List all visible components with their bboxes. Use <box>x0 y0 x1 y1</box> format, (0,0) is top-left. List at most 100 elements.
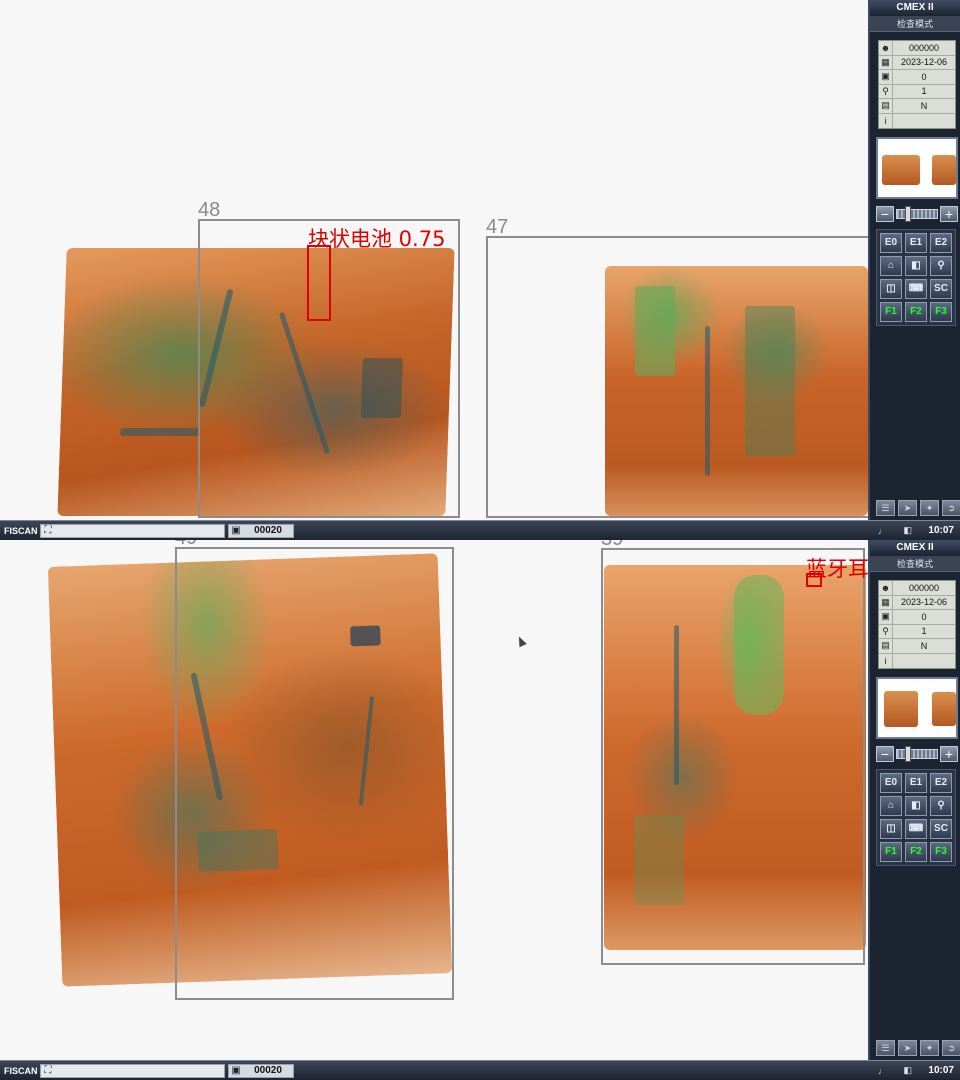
bottom-toolbar: ☰ ➤ ✦ ➲ <box>876 500 960 516</box>
keyboard-icon[interactable]: ⌨ <box>905 819 927 839</box>
bag-counter: ▣ 00020 <box>228 1063 294 1078</box>
bag-icon: ▤ <box>879 98 893 113</box>
key-e1[interactable]: E1 <box>905 773 927 793</box>
frame-number: 39 <box>601 540 623 551</box>
fullscreen-field[interactable]: ⛶ <box>40 523 225 538</box>
clock: 10:07 <box>928 1065 954 1076</box>
frame-number: 47 <box>486 216 509 238</box>
zoom-control: − + <box>876 745 958 763</box>
flag-value: N <box>920 640 928 651</box>
bag-icon: ▤ <box>879 638 893 653</box>
magnifier-icon: ⚲ <box>879 624 893 639</box>
bag-counter: ▣ 00020 <box>228 523 294 538</box>
key-f2[interactable]: F2 <box>905 302 927 322</box>
zoom-slider-handle[interactable] <box>905 206 911 222</box>
mode-label: 检查模式 <box>870 556 960 572</box>
mouse-cursor-icon <box>515 634 527 648</box>
fullscreen-icon[interactable]: ⛶ <box>41 525 55 537</box>
app-title: CMEX II <box>870 540 960 556</box>
invert-icon[interactable]: ◧ <box>905 796 927 816</box>
threat-box[interactable] <box>307 245 331 321</box>
threat-label: 块状电池 0.75 <box>308 227 446 251</box>
zoom-in-button[interactable]: + <box>940 746 958 762</box>
home-icon[interactable]: ⌂ <box>880 796 902 816</box>
function-keypad: E0 E1 E2 ⌂ ◧ ⚲ ◫ ⌨ SC F1 F2 F3 <box>876 769 956 866</box>
date-value: 2023-12-06 <box>900 597 948 608</box>
key-e1[interactable]: E1 <box>905 233 927 253</box>
scan-screen-2: 49 39 蓝牙耳机 0.60 CMEX II 检查模式 ☻ 000000 ▦ 20… <box>0 540 960 1080</box>
key-sc[interactable]: SC <box>930 279 952 299</box>
zoom-in-button[interactable]: + <box>940 206 958 222</box>
zoom-slider[interactable] <box>896 746 938 762</box>
key-f1[interactable]: F1 <box>880 302 902 322</box>
control-panel: CMEX II 检查模式 ☻ 000000 ▦ 2023-12-06 ▣ 0 ⚲ 1 ▤… <box>868 0 960 520</box>
fullscreen-field[interactable]: ⛶ <box>40 1063 225 1078</box>
brand-label: FISCAN <box>4 1065 38 1076</box>
fullscreen-icon[interactable]: ⛶ <box>41 1065 55 1077</box>
info-icon: i <box>879 113 893 128</box>
threat-label: 蓝牙耳机 0.60 <box>806 557 868 581</box>
thumbnail-preview[interactable] <box>876 677 958 739</box>
zoom-control: − + <box>876 205 958 223</box>
briefcase-icon: ▣ <box>231 524 241 536</box>
calendar-icon: ▦ <box>879 55 893 70</box>
clock: 10:07 <box>928 525 954 536</box>
speaker-icon[interactable]: ♩ <box>878 1066 887 1076</box>
system-tray: ♩ ◧ 10:07 <box>868 1061 960 1080</box>
exit-icon[interactable]: ➲ <box>942 1040 960 1056</box>
zoom-slider-handle[interactable] <box>905 746 911 762</box>
zoom-icon[interactable]: ⚲ <box>930 796 952 816</box>
user-icon: ☻ <box>879 40 893 55</box>
key-f3[interactable]: F3 <box>930 302 952 322</box>
key-f1[interactable]: F1 <box>880 842 902 862</box>
control-panel: CMEX II 检查模式 ☻ 000000 ▦ 2023-12-06 ▣ 0 ⚲ 1 ▤… <box>868 540 960 1060</box>
key-f2[interactable]: F2 <box>905 842 927 862</box>
user-icon: ☻ <box>879 580 893 595</box>
operator-id: 000000 <box>908 42 940 53</box>
thumbnail-preview[interactable] <box>876 137 958 199</box>
operator-id: 000000 <box>908 582 940 593</box>
invert-icon[interactable]: ◧ <box>905 256 927 276</box>
info-panel: ☻ 000000 ▦ 2023-12-06 ▣ 0 ⚲ 1 ▤ N i <box>878 40 956 129</box>
key-sc[interactable]: SC <box>930 819 952 839</box>
network-icon[interactable]: ◧ <box>903 1065 912 1076</box>
key-e0[interactable]: E0 <box>880 233 902 253</box>
forward-icon[interactable]: ➤ <box>898 500 917 516</box>
info-panel: ☻ 000000 ▦ 2023-12-06 ▣ 0 ⚲ 1 ▤ N i <box>878 580 956 669</box>
wrench-icon[interactable]: ✦ <box>920 500 939 516</box>
list-icon[interactable]: ☰ <box>876 1040 895 1056</box>
detection-frame <box>601 548 865 965</box>
frame-number: 49 <box>175 540 197 550</box>
xray-image-area[interactable]: 48 47 块状电池 0.75 <box>0 0 868 520</box>
key-e2[interactable]: E2 <box>930 773 952 793</box>
function-keypad: E0 E1 E2 ⌂ ◧ ⚲ ◫ ⌨ SC F1 F2 F3 <box>876 229 956 326</box>
key-e2[interactable]: E2 <box>930 233 952 253</box>
mode-label: 检查模式 <box>870 16 960 32</box>
zoom-icon[interactable]: ⚲ <box>930 256 952 276</box>
keyboard-icon[interactable]: ⌨ <box>905 279 927 299</box>
key-f3[interactable]: F3 <box>930 842 952 862</box>
exit-icon[interactable]: ➲ <box>942 500 960 516</box>
split-icon[interactable]: ◫ <box>880 279 902 299</box>
detection-frame <box>486 236 868 518</box>
counter-value: 00020 <box>254 525 282 536</box>
info-icon: i <box>879 653 893 668</box>
status-bar: FISCAN ⛶ ▣ 00020 ♩ ◧ 10:07 <box>0 520 960 540</box>
flag-value: N <box>920 100 928 111</box>
counter-icon: ▣ <box>879 609 893 624</box>
wrench-icon[interactable]: ✦ <box>920 1040 939 1056</box>
magnifier-icon: ⚲ <box>879 84 893 99</box>
count-b: 1 <box>921 626 927 637</box>
home-icon[interactable]: ⌂ <box>880 256 902 276</box>
forward-icon[interactable]: ➤ <box>898 1040 917 1056</box>
zoom-out-button[interactable]: − <box>876 206 894 222</box>
split-icon[interactable]: ◫ <box>880 819 902 839</box>
key-e0[interactable]: E0 <box>880 773 902 793</box>
speaker-icon[interactable]: ♩ <box>878 526 887 536</box>
zoom-out-button[interactable]: − <box>876 746 894 762</box>
list-icon[interactable]: ☰ <box>876 500 895 516</box>
network-icon[interactable]: ◧ <box>903 525 912 536</box>
app-title: CMEX II <box>870 0 960 16</box>
zoom-slider[interactable] <box>896 206 938 222</box>
xray-image-area[interactable]: 49 39 蓝牙耳机 0.60 <box>0 540 868 1060</box>
